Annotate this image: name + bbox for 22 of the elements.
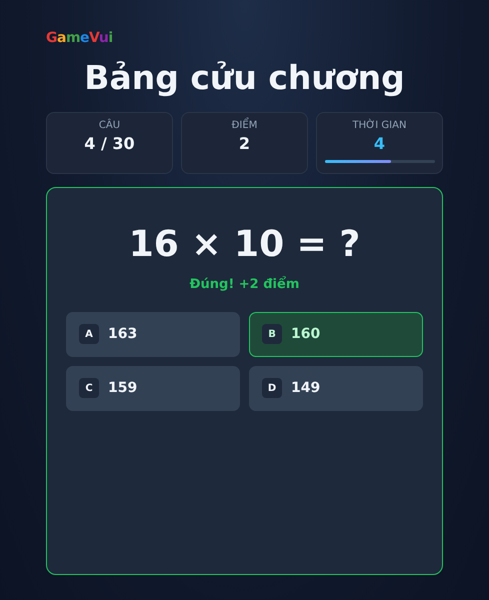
option-value: 163 [108,326,138,342]
option-value: 149 [291,380,320,396]
answer-option[interactable]: A 163 [66,312,240,357]
stat-value: 4 [374,134,386,153]
stat-label: ĐIỂM [232,120,258,131]
question: 16 × 10 = ? [128,224,360,265]
stat-value: 4 / 30 [84,134,135,153]
logo[interactable]: GameVui [46,30,113,46]
answer-option[interactable]: C 159 [66,366,240,411]
answer-option[interactable]: B 160 [249,312,423,357]
option-value: 159 [108,380,138,396]
option-letter: D [262,378,282,398]
option-letter: B [262,324,282,344]
feedback-message: Đúng! +2 điểm [190,276,300,292]
page-title: Bảng cửu chương [83,58,406,98]
answer-option[interactable]: D 149 [249,366,423,411]
stat-value: 2 [238,134,250,153]
stat-label: CÂU [98,120,120,131]
stat-label: THỜI GIAN [352,120,406,131]
option-letter: A [79,324,99,344]
option-letter: C [79,378,99,398]
option-value: 160 [291,326,320,342]
